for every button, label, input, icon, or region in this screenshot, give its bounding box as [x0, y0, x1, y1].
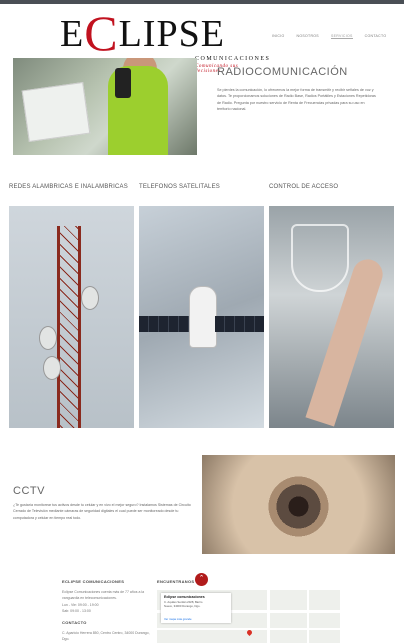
- google-map-embed[interactable]: Eclipse comunicaciones C. Aquiles Serdán…: [157, 590, 340, 643]
- category-label-redes[interactable]: REDES ALAMBRICAS E INALAMBRICAS: [9, 184, 128, 190]
- logo-letter-c: C: [84, 5, 119, 61]
- radio-device: [115, 68, 131, 98]
- dish-antenna: [39, 326, 57, 350]
- antenna-tower-image[interactable]: [9, 206, 134, 428]
- category-label-acceso[interactable]: CONTROL DE ACCESO: [269, 184, 338, 190]
- camera-lens-image: [202, 455, 395, 554]
- dish-antenna: [81, 286, 99, 310]
- nav-item-nosotros[interactable]: NOSOTROS: [297, 34, 319, 39]
- footer-company-heading: ECLIPSE COMUNICACIONES: [62, 579, 125, 584]
- footer-hours-weekdays: Lun - Vie: 09:00 - 19:00: [62, 603, 99, 607]
- map-road: [267, 590, 270, 643]
- dish-antenna: [43, 356, 61, 380]
- logo-tagline: COMUNICACIONES: [195, 56, 271, 62]
- satellite-body: [189, 286, 217, 348]
- logo-wordmark: ECLIPSE: [60, 8, 225, 58]
- fingerprint-access-image[interactable]: [269, 206, 394, 428]
- footer-contact-text: C. Aparicio Herrera 850, Centro Centro, …: [62, 631, 150, 641]
- cctv-section-title: CCTV: [13, 485, 45, 497]
- logo-letters: LIPSE: [118, 13, 225, 55]
- radio-technician-image: [13, 58, 197, 155]
- radio-section-text: Se pierdes la comunicación, lo ofrecemos…: [217, 88, 376, 111]
- map-place-title: Eclipse comunicaciones: [164, 595, 205, 599]
- satellite-image[interactable]: [139, 206, 264, 428]
- nav-item-servicios[interactable]: SERVICIOS: [330, 34, 353, 39]
- cctv-section-text: ¿Te gustaría monitorear tus activos desd…: [13, 503, 191, 520]
- footer-location-heading: ENCUENTRANOS: [157, 579, 195, 584]
- clipboard: [21, 81, 91, 143]
- radio-section-title: RADIOCOMUNICACIÓN: [217, 66, 348, 78]
- nav-item-contacto[interactable]: CONTACTO: [365, 34, 387, 39]
- map-place-card: Eclipse comunicaciones C. Aquiles Serdán…: [161, 593, 231, 623]
- tower-mast: [57, 226, 81, 428]
- scroll-to-top-button[interactable]: ⌃: [195, 573, 208, 586]
- main-nav: INICIO NOSOTROS SERVICIOS CONTACTO: [272, 34, 386, 39]
- map-pin-icon[interactable]: [245, 628, 254, 637]
- solar-panel-right: [215, 316, 264, 332]
- logo-letter-e: E: [60, 13, 85, 55]
- map-road: [307, 590, 309, 643]
- fingerprint-shield-icon: [291, 224, 349, 292]
- footer-company-text: Eclipse Comunicaciones cuenta más de 77 …: [62, 590, 145, 600]
- footer-contact-heading: CONTACTO: [62, 620, 87, 625]
- map-enlarge-link[interactable]: Ver mapa más grande: [164, 617, 192, 621]
- nav-item-inicio[interactable]: INICIO: [272, 34, 285, 39]
- map-place-address: C. Aquiles Serdán 2028, Barrio Nuevo, 34…: [164, 600, 203, 608]
- category-label-telefonos[interactable]: TELEFONOS SATELITALES: [139, 184, 220, 190]
- footer-hours-saturday: Sab: 09:00 - 13:00: [62, 609, 91, 613]
